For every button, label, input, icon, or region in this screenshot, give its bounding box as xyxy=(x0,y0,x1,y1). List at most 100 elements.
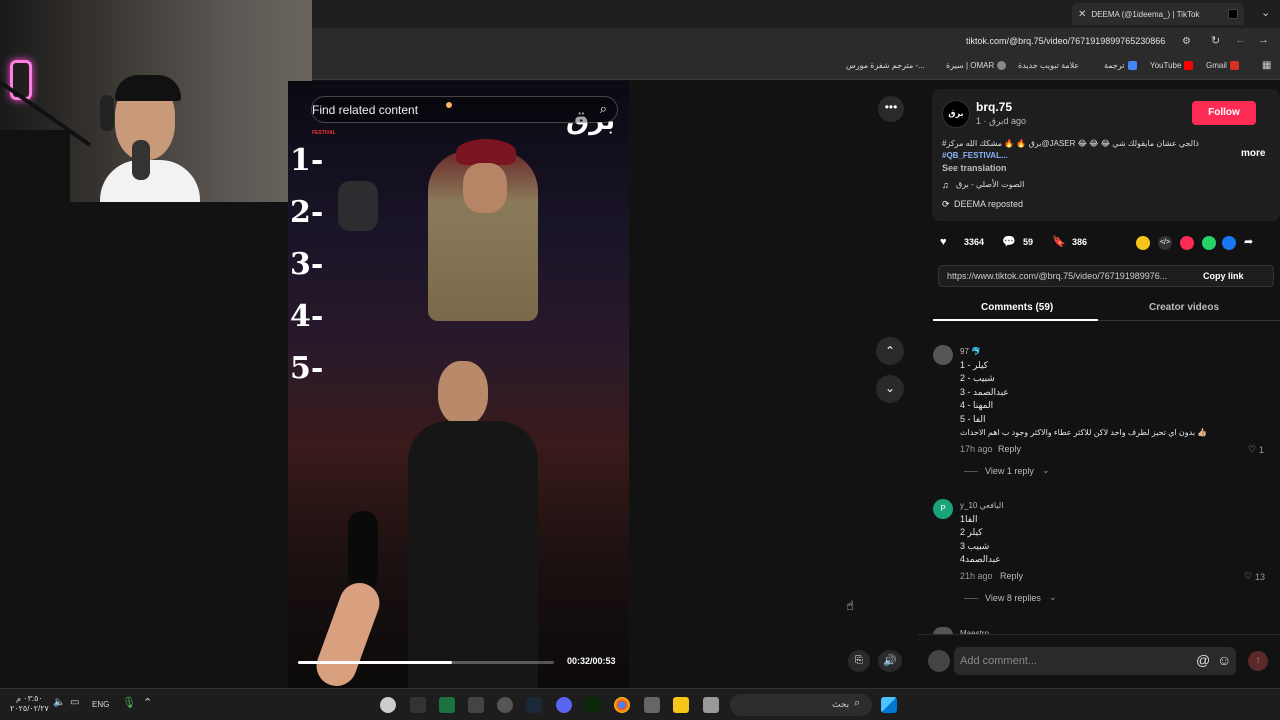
share-arrow-icon[interactable]: ➦ xyxy=(1244,235,1253,248)
taskbar-search-placeholder: بحث xyxy=(832,699,850,709)
embed-icon[interactable]: </> xyxy=(1158,236,1172,250)
presenter-figure xyxy=(398,361,548,688)
whatsapp-icon[interactable] xyxy=(1202,236,1216,250)
copy-link-button[interactable]: Copy link xyxy=(1203,271,1244,281)
tiktok-favicon-icon xyxy=(1228,9,1238,19)
video-link-text: https://www.tiktok.com/@brq.75/video/767… xyxy=(947,271,1168,281)
commenter-name[interactable]: 97 🐬 xyxy=(960,347,981,356)
active-tab-indicator xyxy=(933,319,1098,321)
copy-link-box: https://www.tiktok.com/@brq.75/video/767… xyxy=(938,265,1274,287)
comment-time: 17h ago xyxy=(960,444,993,454)
commenter-avatar[interactable] xyxy=(933,345,953,365)
close-tab-icon[interactable]: ✕ xyxy=(1078,9,1086,20)
comment-like-icon[interactable]: ♡ xyxy=(1248,444,1256,455)
previous-video-icon[interactable]: ⌃ xyxy=(876,337,904,365)
language-indicator[interactable]: ENG xyxy=(92,700,109,709)
translate-icon xyxy=(1127,61,1137,70)
hashtag-link[interactable]: #QB_FESTIVAL... xyxy=(942,151,1008,160)
rank-number-4: 4- xyxy=(290,299,324,334)
reply-button[interactable]: Reply xyxy=(1000,571,1023,581)
app-icon-explorer[interactable] xyxy=(673,697,689,713)
bookmark-youtube[interactable]: YouTube xyxy=(1150,61,1194,70)
volume-icon[interactable]: 🔊 xyxy=(878,650,902,672)
friends-share-icon[interactable] xyxy=(1136,236,1150,250)
app-icon-nvidia[interactable] xyxy=(585,697,601,713)
author-meta: برق · 1d ago xyxy=(976,116,1026,126)
app-icon-unity[interactable] xyxy=(644,697,660,713)
my-avatar xyxy=(928,650,950,672)
streamer-person xyxy=(70,40,220,202)
view-replies-button[interactable]: View 1 reply xyxy=(985,466,1034,476)
tray-chevron-icon[interactable]: ⌃ xyxy=(143,696,152,709)
reply-button[interactable]: Reply xyxy=(998,444,1021,454)
bookmark-icon[interactable]: 🔖 xyxy=(1052,235,1066,248)
app-icon-capcut[interactable] xyxy=(497,697,513,713)
windows-start-icon[interactable] xyxy=(881,697,897,713)
app-icon-xbox[interactable] xyxy=(439,697,455,713)
comment-icon[interactable]: 💬 xyxy=(1002,235,1016,248)
author-avatar[interactable]: برق xyxy=(942,100,970,128)
taskbar-search[interactable]: بحث ⌕ xyxy=(730,694,872,716)
all-bookmarks-icon[interactable]: ▦ xyxy=(1262,60,1271,71)
post-comment-icon[interactable]: ↑ xyxy=(1248,651,1268,671)
site-settings-icon[interactable]: ⚙ xyxy=(1182,36,1191,47)
app-icon-taskview[interactable] xyxy=(703,697,719,713)
next-video-icon[interactable]: ⌄ xyxy=(876,375,904,403)
back-icon[interactable]: ← xyxy=(1235,34,1246,46)
comment-time: 21h ago xyxy=(960,571,993,581)
app-icon-discord[interactable] xyxy=(556,697,572,713)
app-icon-obs[interactable] xyxy=(380,697,396,713)
speaker-icon[interactable]: 🔈 xyxy=(53,697,65,708)
browser-tab[interactable]: ✕ DEEMA (@1ideema_) | TikTok xyxy=(1072,3,1244,25)
commenter-name[interactable]: y_10 اليافعي xyxy=(960,501,1003,510)
app-icon-game[interactable] xyxy=(468,697,484,713)
see-translation-link[interactable]: See translation xyxy=(942,163,1007,173)
bookmark-gmail[interactable]: Gmail xyxy=(1206,61,1239,70)
sound-link[interactable]: الصوت الأصلي - برق xyxy=(956,180,1024,189)
forward-icon[interactable]: → xyxy=(1258,34,1269,46)
search-placeholder: Find related content xyxy=(312,103,419,117)
video-player[interactable]: 1- 2- 3- 4- 5- FESTIVAL برق 00:32/00:53 xyxy=(288,81,629,688)
emoji-icon[interactable]: ☺ xyxy=(1217,652,1231,668)
bookmark-omar[interactable]: سيرة | OMAR xyxy=(946,61,1007,70)
comment-count: 59 xyxy=(1023,237,1034,247)
hand-holding-mic xyxy=(310,577,386,688)
view-replies-button[interactable]: View 8 replies xyxy=(985,593,1041,603)
bookmark-new-tab[interactable]: علامة تبويب جديدة xyxy=(1018,61,1079,70)
search-related-input[interactable]: Find related content ⌕ xyxy=(311,96,618,123)
heart-icon[interactable]: ♥ xyxy=(940,236,947,248)
webcam-overlay xyxy=(0,0,312,202)
bookmark-translate[interactable]: ترجمة xyxy=(1104,61,1137,70)
more-options-icon[interactable]: ••• xyxy=(878,96,904,122)
comment-like-icon[interactable]: ♡ xyxy=(1244,571,1252,582)
reload-icon[interactable]: ↻ xyxy=(1211,34,1220,47)
progress-fill xyxy=(298,661,452,664)
facebook-icon[interactable] xyxy=(1222,236,1236,250)
url-field[interactable]: tiktok.com/@brq.75/video/767191989976523… xyxy=(966,36,1165,46)
bookmark-morse[interactable]: مترجم شفرة مورس -... xyxy=(846,61,925,70)
light-dot xyxy=(446,102,452,108)
send-icon[interactable] xyxy=(1180,236,1194,250)
follow-button[interactable]: Follow xyxy=(1192,101,1256,125)
network-icon[interactable]: ▭ xyxy=(70,697,79,708)
youtube-icon xyxy=(1184,61,1194,70)
search-icon[interactable]: ⌕ xyxy=(600,101,607,117)
soldier-figure xyxy=(428,139,538,321)
tab-comments[interactable]: Comments (59) xyxy=(981,302,1053,313)
commenter-avatar[interactable]: P xyxy=(933,499,953,519)
microphone-icon[interactable]: 🎙 xyxy=(122,696,136,709)
clock[interactable]: ٠٣:٥٠ م ٢٠٢٥/٠٢/٢٧ xyxy=(10,694,49,714)
comment-body: 1 - كيلر 2 - شبيب 3 - عبدالصمد 4 - المهن… xyxy=(960,360,1208,438)
progress-track[interactable] xyxy=(298,661,554,664)
app-icon-steam[interactable] xyxy=(526,697,542,713)
tab-creator-videos[interactable]: Creator videos xyxy=(1149,302,1219,313)
mouse-cursor-icon: ☝ xyxy=(846,598,854,613)
tab-search-chevron-icon[interactable]: ⌄ xyxy=(1261,6,1270,19)
add-comment-input[interactable]: Add comment... @ ☺ xyxy=(954,647,1236,675)
app-icon-chrome[interactable] xyxy=(614,697,630,713)
app-icon-g[interactable] xyxy=(410,697,426,713)
mention-icon[interactable]: @ xyxy=(1196,652,1210,668)
more-link[interactable]: more xyxy=(1241,148,1265,159)
author-username[interactable]: brq.75 xyxy=(976,100,1012,114)
autoscroll-icon[interactable]: ⎘ xyxy=(848,650,870,672)
